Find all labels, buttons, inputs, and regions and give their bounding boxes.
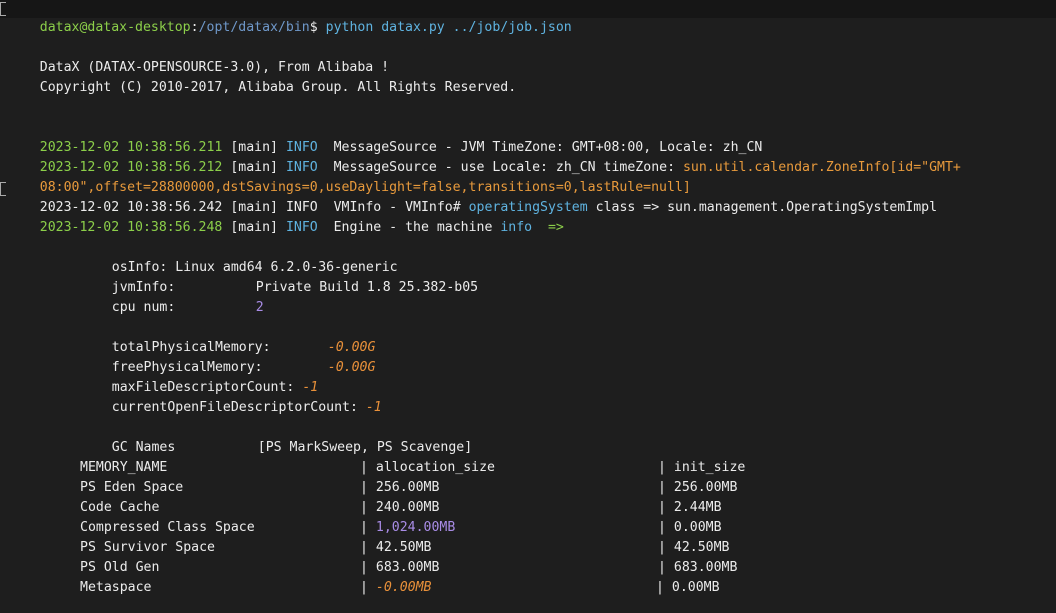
- memory-name-cell: Metaspace: [80, 580, 152, 595]
- jvminfo-value-line: Private Build 1.8 25.382-b05: [224, 258, 478, 295]
- jvminfo-value: Private Build 1.8 25.382-b05: [255, 280, 479, 295]
- memory-table-header-alloc: | allocation_size: [360, 460, 495, 475]
- banner-line-2: Copyright (C) 2010-2017, Alibaba Group. …: [8, 58, 516, 95]
- fold-marker-icon: [0, 182, 6, 196]
- terminal-window[interactable]: datax@datax-desktop:/opt/datax/bin$ pyth…: [0, 0, 1056, 613]
- table-row: | -0.00MB: [360, 580, 432, 595]
- log-line-continuation: 08:00",offset=28800000,dstSavings=0,useD…: [8, 158, 691, 195]
- fold-marker-icon: [0, 2, 6, 16]
- prompt-command[interactable]: python datax.py ../job/job.json: [326, 20, 572, 35]
- current-fd-value: -1: [365, 400, 382, 415]
- memory-col-header: MEMORY_NAME: [80, 460, 168, 475]
- banner-text-2: Copyright (C) 2010-2017, Alibaba Group. …: [39, 80, 517, 95]
- memory-init-cell: 683.00MB: [673, 560, 738, 575]
- log-message-arrow: =>: [532, 220, 564, 235]
- cpu-value: 2: [255, 300, 264, 315]
- gc-line: GC Names: [80, 418, 176, 455]
- log-source: Engine: [333, 220, 382, 235]
- memory-table-header-init: | init_size: [658, 460, 746, 475]
- current-fd-label: currentOpenFileDescriptorCount:: [111, 400, 358, 415]
- free-memory-value-line: -0.00G: [296, 338, 376, 375]
- table-row: Metaspace: [80, 578, 151, 598]
- table-row: PS Old Gen: [80, 558, 159, 578]
- cpu-line: cpu num:: [80, 278, 176, 315]
- jvminfo-line: jvmInfo:: [80, 258, 176, 295]
- table-row: | 42.50MB: [658, 540, 730, 555]
- table-row: | 0.00MB: [658, 520, 722, 535]
- memory-name-cell: PS Survivor Space: [80, 540, 215, 555]
- prompt-symbol: $: [309, 20, 326, 35]
- prompt-line: datax@datax-desktop:/opt/datax/bin$ pyth…: [0, 0, 1056, 35]
- memory-col-header: allocation_size: [375, 460, 495, 475]
- memory-init-cell: 42.50MB: [673, 540, 730, 555]
- osinfo-line: osInfo: Linux amd64 6.2.0-36-generic: [80, 238, 398, 275]
- log-level: INFO: [285, 220, 318, 235]
- table-row: PS Survivor Space: [80, 538, 215, 558]
- free-memory-line: freePhysicalMemory:: [80, 338, 263, 375]
- memory-alloc-cell: 256.00MB: [375, 480, 440, 495]
- table-row: | 2.44MB: [658, 500, 722, 515]
- gc-label: GC Names: [111, 440, 176, 455]
- memory-alloc-cell: -0.00MB: [375, 580, 432, 595]
- memory-init-cell: 2.44MB: [673, 500, 722, 515]
- gc-value: [PS MarkSweep, PS Scavenge]: [257, 440, 473, 455]
- memory-table-header-name: MEMORY_NAME: [80, 458, 167, 478]
- current-fd-line: currentOpenFileDescriptorCount: -1: [80, 378, 382, 415]
- log-line: 2023-12-02 10:38:56.211 [main] INFO Mess…: [8, 118, 763, 155]
- log-line: 2023-12-02 10:38:56.242 [main] INFO VMIn…: [0, 178, 937, 215]
- memory-alloc-cell: 42.50MB: [375, 540, 432, 555]
- table-row: Compressed Class Space: [80, 518, 255, 538]
- prompt-path: /opt/datax/bin: [198, 20, 310, 35]
- memory-init-cell: 256.00MB: [673, 480, 738, 495]
- log-message-class: sun.util.calendar.ZoneInfo[id="GMT+: [682, 160, 961, 175]
- log-line: 2023-12-02 10:38:56.248 [main] INFO Engi…: [8, 198, 564, 235]
- table-row: PS Eden Space: [80, 478, 183, 498]
- table-row: | 256.00MB: [360, 480, 440, 495]
- log-timestamp: 2023-12-02 10:38:56.248: [39, 220, 223, 235]
- log-message: the machine: [405, 220, 501, 235]
- log-message-tail: class => sun.management.OperatingSystemI…: [587, 200, 938, 215]
- gc-value-line: [PS MarkSweep, PS Scavenge]: [226, 418, 472, 455]
- banner-line-1: DataX (DATAX-OPENSOURCE-3.0), From Aliba…: [8, 38, 389, 75]
- prompt-userhost: datax@datax-desktop: [39, 20, 191, 35]
- memory-alloc-cell: 1,024.00MB: [375, 520, 456, 535]
- memory-name-cell: Compressed Class Space: [80, 520, 255, 535]
- memory-name-cell: PS Eden Space: [80, 480, 184, 495]
- memory-name-cell: PS Old Gen: [80, 560, 160, 575]
- log-dash: -: [381, 220, 406, 235]
- memory-alloc-cell: 240.00MB: [375, 500, 440, 515]
- memory-alloc-cell: 683.00MB: [375, 560, 440, 575]
- table-row: | 0.00MB: [656, 580, 720, 595]
- table-row: | 240.00MB: [360, 500, 440, 515]
- table-row: | 42.50MB: [360, 540, 432, 555]
- table-row: | 256.00MB: [658, 480, 738, 495]
- max-fd-line: maxFileDescriptorCount: -1: [80, 358, 318, 395]
- cpu-value-line: 2: [224, 278, 264, 315]
- log-thread: [main]: [230, 220, 278, 235]
- prompt-separator: :: [190, 20, 199, 35]
- free-memory-value: -0.00G: [327, 360, 376, 375]
- table-row: | 683.00MB: [360, 560, 440, 575]
- total-memory-value-line: -0.00G: [296, 318, 376, 355]
- table-row: | 1,024.00MB: [360, 520, 456, 535]
- memory-col-header: init_size: [673, 460, 746, 475]
- log-message-keyword: info: [500, 220, 533, 235]
- table-row: | 683.00MB: [658, 560, 738, 575]
- memory-init-cell: 0.00MB: [673, 520, 722, 535]
- log-line: 2023-12-02 10:38:56.212 [main] INFO Mess…: [8, 138, 961, 175]
- memory-name-cell: Code Cache: [80, 500, 160, 515]
- memory-init-cell: 0.00MB: [671, 580, 720, 595]
- table-row: Code Cache: [80, 498, 159, 518]
- cpu-label: cpu num:: [111, 300, 176, 315]
- total-memory-line: totalPhysicalMemory:: [80, 318, 271, 355]
